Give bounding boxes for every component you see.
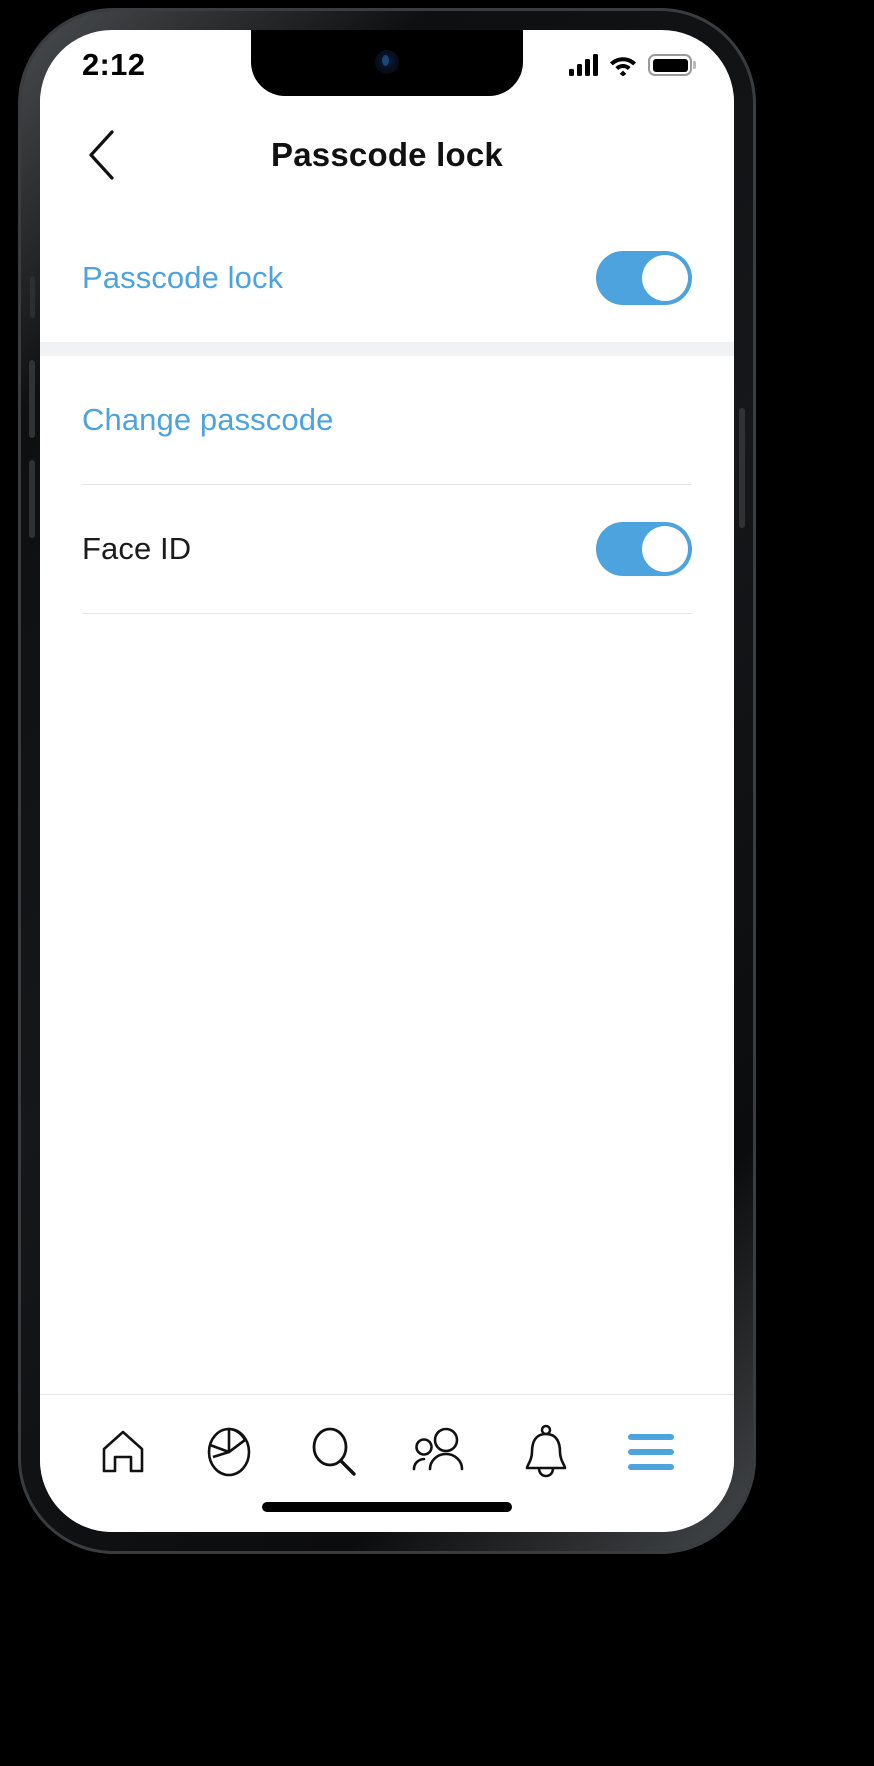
bell-icon: [525, 1424, 566, 1478]
status-bar: 2:12: [40, 30, 734, 96]
row-divider: [82, 613, 692, 614]
search-icon: [312, 1427, 356, 1476]
tab-menu[interactable]: [598, 1417, 704, 1487]
power-button[interactable]: [739, 408, 745, 528]
passcode-lock-toggle[interactable]: [596, 251, 692, 305]
chevron-left-icon: [89, 130, 114, 180]
tab-dashboard[interactable]: [176, 1417, 282, 1487]
row-change-passcode-label: Change passcode: [82, 402, 334, 437]
toggle-knob: [642, 255, 688, 301]
face-id-toggle[interactable]: [596, 522, 692, 576]
row-passcode-lock[interactable]: Passcode lock: [40, 214, 734, 342]
row-face-id-label: Face ID: [82, 531, 192, 566]
app-header: Passcode lock: [40, 96, 734, 214]
row-passcode-lock-label: Passcode lock: [82, 260, 284, 295]
tab-search[interactable]: [281, 1417, 387, 1487]
phone-screen: 2:12 Passcode lock Passcode lock Change …: [40, 30, 734, 1532]
screenshot-stage: 2:12 Passcode lock Passcode lock Change …: [0, 0, 874, 1766]
section-separator: [40, 342, 734, 356]
back-button[interactable]: [70, 124, 132, 186]
status-bar-indicators: [569, 54, 692, 76]
pie-chart-icon: [207, 1427, 250, 1477]
toggle-knob: [642, 526, 688, 572]
tab-contacts[interactable]: [387, 1417, 493, 1487]
passcode-lock-section: Passcode lock: [40, 214, 734, 342]
row-change-passcode[interactable]: Change passcode: [40, 356, 734, 484]
volume-down-button[interactable]: [29, 460, 35, 538]
page-title: Passcode lock: [271, 136, 503, 173]
wifi-icon: [610, 57, 636, 76]
settings-content: Passcode lock Change passcode Face ID: [40, 214, 734, 1394]
silent-switch-button[interactable]: [30, 276, 35, 318]
volume-up-button[interactable]: [29, 360, 35, 438]
home-icon: [102, 1430, 144, 1473]
passcode-options-section: Change passcode Face ID: [40, 356, 734, 614]
tab-home[interactable]: [70, 1417, 176, 1487]
tab-notifications[interactable]: [493, 1417, 599, 1487]
hamburger-menu-icon: [628, 1434, 675, 1470]
battery-full-icon: [648, 54, 692, 76]
status-bar-time: 2:12: [82, 47, 146, 82]
row-face-id[interactable]: Face ID: [40, 485, 734, 613]
people-icon: [412, 1427, 464, 1471]
cellular-signal-icon: [569, 54, 598, 76]
home-indicator[interactable]: [262, 1502, 512, 1512]
